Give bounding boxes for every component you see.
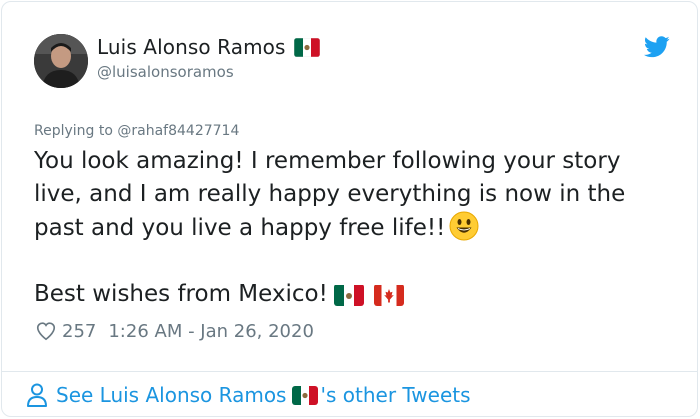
avatar-image bbox=[34, 34, 88, 88]
canada-flag-icon bbox=[373, 284, 404, 306]
tweet-body-paragraph-1: You look amazing! I remember following y… bbox=[34, 145, 674, 245]
footer-link-prefix[interactable]: See Luis Alonso Ramos bbox=[56, 383, 286, 407]
twitter-bird-icon[interactable] bbox=[644, 36, 670, 58]
tweet-body-text-2: Best wishes from Mexico! bbox=[34, 281, 328, 307]
mexico-flag-icon bbox=[293, 37, 320, 57]
see-other-tweets-link[interactable]: See Luis Alonso Ramos 's other Tweets bbox=[26, 382, 471, 408]
like-count[interactable]: 257 bbox=[62, 321, 96, 342]
tweet-timestamp[interactable]: 1:26 AM - Jan 26, 2020 bbox=[108, 321, 314, 342]
author-name-row: Luis Alonso Ramos bbox=[97, 35, 320, 59]
replying-to-label[interactable]: Replying to @rahaf84427714 bbox=[34, 123, 239, 139]
mexico-flag-icon bbox=[333, 284, 364, 306]
footer-divider bbox=[2, 371, 697, 372]
tweet-card: Luis Alonso Ramos @luisalonsoramos Reply… bbox=[1, 1, 698, 417]
author-display-name[interactable]: Luis Alonso Ramos bbox=[97, 35, 286, 59]
person-icon bbox=[27, 383, 47, 407]
mexico-flag-icon bbox=[292, 385, 319, 405]
footer-link-suffix[interactable]: 's other Tweets bbox=[320, 383, 470, 407]
heart-icon[interactable] bbox=[35, 320, 57, 342]
tweet-meta-row: 257 1:26 AM - Jan 26, 2020 bbox=[35, 320, 314, 342]
tweet-body-paragraph-2: Best wishes from Mexico! bbox=[34, 278, 674, 311]
author-handle[interactable]: @luisalonsoramos bbox=[97, 63, 234, 81]
avatar[interactable] bbox=[34, 34, 88, 88]
tweet-body: You look amazing! I remember following y… bbox=[34, 145, 674, 311]
tweet-body-text-1: You look amazing! I remember following y… bbox=[34, 148, 626, 241]
grinning-face-emoji-icon bbox=[449, 211, 479, 241]
